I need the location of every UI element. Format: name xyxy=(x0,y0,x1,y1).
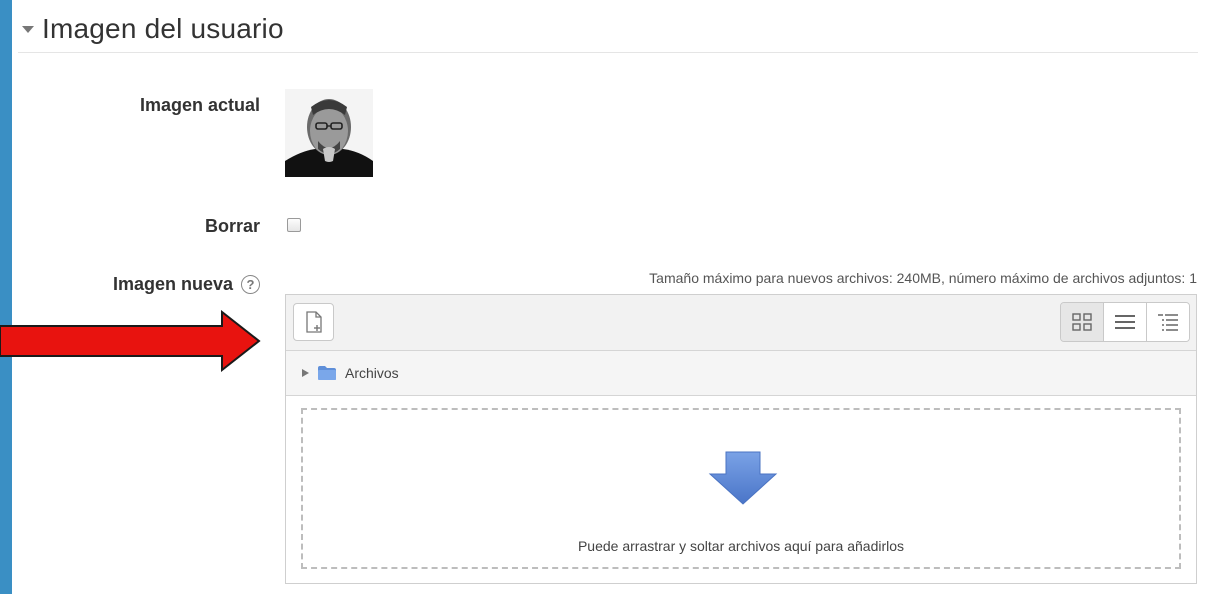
drop-instructions: Puede arrastrar y soltar archivos aquí p… xyxy=(577,538,905,554)
grid-view-icon xyxy=(1072,313,1092,331)
help-icon[interactable]: ? xyxy=(241,275,260,294)
drop-zone[interactable]: Puede arrastrar y soltar archivos aquí p… xyxy=(301,408,1181,569)
expand-triangle-icon[interactable] xyxy=(302,369,309,377)
section-title: Imagen del usuario xyxy=(42,13,284,44)
annotation-arrow-icon xyxy=(0,310,261,372)
add-file-button[interactable] xyxy=(293,303,334,341)
down-arrow-icon xyxy=(708,451,778,505)
grid-view-button[interactable] xyxy=(1061,303,1103,341)
current-image-label: Imagen actual xyxy=(139,95,260,115)
list-view-button[interactable] xyxy=(1103,303,1146,341)
tree-view-button[interactable] xyxy=(1146,303,1189,341)
delete-checkbox[interactable] xyxy=(287,218,301,232)
user-image-panel: Imagen del usuario Imagen actual Borrar … xyxy=(12,0,1209,594)
folder-icon xyxy=(318,366,336,380)
list-view-icon xyxy=(1115,315,1135,329)
new-image-label-row: Imagen nueva ? xyxy=(113,274,260,295)
file-manager: Archivos Puede arrastrar y soltar archiv… xyxy=(285,294,1197,584)
file-path-bar: Archivos xyxy=(286,351,1196,396)
new-image-label: Imagen nueva xyxy=(112,274,233,294)
current-user-photo xyxy=(285,89,373,177)
collapse-caret-icon[interactable] xyxy=(22,25,34,33)
section-header[interactable]: Imagen del usuario xyxy=(18,6,1198,53)
delete-label: Borrar xyxy=(204,216,260,236)
tree-view-icon xyxy=(1158,314,1178,331)
folder-label[interactable]: Archivos xyxy=(345,365,399,381)
file-manager-toolbar xyxy=(286,295,1196,351)
add-file-icon xyxy=(305,311,322,333)
view-switcher xyxy=(1060,302,1190,342)
max-file-info: Tamaño máximo para nuevos archivos: 240M… xyxy=(649,270,1197,286)
